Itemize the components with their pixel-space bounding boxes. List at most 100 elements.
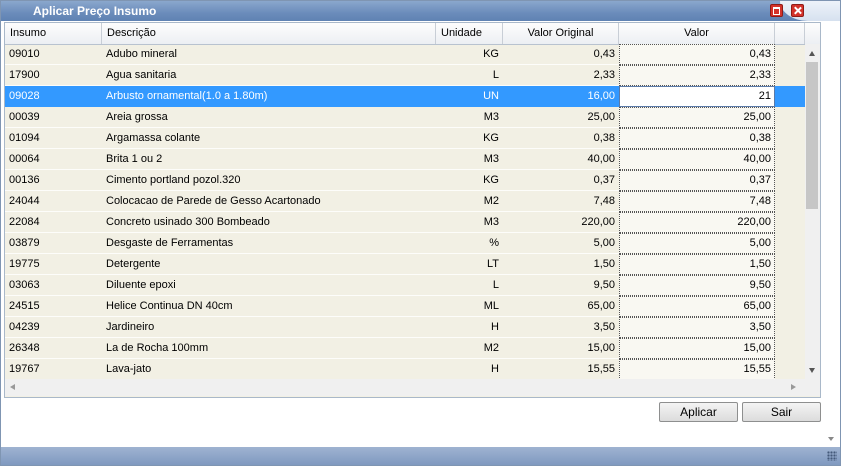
- cell-unidade: L: [436, 275, 503, 296]
- valor-input[interactable]: 15,00: [619, 338, 775, 359]
- cell-unidade: UN: [436, 86, 503, 107]
- cell-insumo: 24515: [5, 296, 102, 317]
- valor-input[interactable]: 7,48: [619, 191, 775, 212]
- cell-unidade: KG: [436, 128, 503, 149]
- table-row[interactable]: 03879 Desgaste de Ferramentas% 5,00 5,00: [5, 233, 805, 254]
- cell-unidade: M3: [436, 212, 503, 233]
- valor-input[interactable]: 5,00: [619, 233, 775, 254]
- maximize-icon[interactable]: [770, 4, 783, 17]
- items-grid[interactable]: Insumo Descrição Unidade Valor Original …: [4, 22, 821, 398]
- table-row[interactable]: 09028 Arbusto ornamental(1.0 a 1.80m) UN 16…: [5, 86, 805, 107]
- cell-valor-original: 2,33: [503, 65, 619, 86]
- column-header-unidade[interactable]: Unidade: [436, 23, 503, 44]
- dialog-window: Aplicar Preço Insumo Insumo Descrição Un…: [0, 0, 841, 466]
- cell-unidade: LT: [436, 254, 503, 275]
- outer-scroll-down-icon[interactable]: [828, 437, 834, 441]
- valor-input[interactable]: 65,00: [619, 296, 775, 317]
- table-row[interactable]: 01094 Argamassa colante KG 0,38 0,38: [5, 128, 805, 149]
- scroll-left-icon[interactable]: [10, 384, 15, 390]
- column-header-valor[interactable]: Valor: [619, 23, 775, 44]
- table-row[interactable]: 00136 Cimento portland pozol.320 KG 0,37 0,3…: [5, 170, 805, 191]
- table-row[interactable]: 24515 Helice Continua DN 40cm ML 65,00 65,00: [5, 296, 805, 317]
- cell-descricao: Adubo mineral: [102, 44, 436, 65]
- table-row[interactable]: 22084 Concreto usinado 300 Bombeado M3 220,…: [5, 212, 805, 233]
- cell-valor-original: 40,00: [503, 149, 619, 170]
- cell-unidade: %: [436, 233, 503, 254]
- close-icon[interactable]: [791, 4, 804, 17]
- cell-insumo: 24044: [5, 191, 102, 212]
- valor-input[interactable]: 40,00: [619, 149, 775, 170]
- valor-input[interactable]: 3,50: [619, 317, 775, 338]
- cell-descricao: Arbusto ornamental(1.0 a 1.80m): [102, 86, 436, 107]
- valor-input[interactable]: 15,55: [619, 359, 775, 380]
- cell-descricao: La de Rocha 100mm: [102, 338, 436, 359]
- cell-insumo: 22084: [5, 212, 102, 233]
- cell-insumo: 09028: [5, 86, 102, 107]
- table-row[interactable]: 17900 Agua sanitaria L 2,33 2,33: [5, 65, 805, 86]
- cell-valor-original: 15,00: [503, 338, 619, 359]
- cell-insumo: 01094: [5, 128, 102, 149]
- cell-unidade: L: [436, 65, 503, 86]
- vertical-scrollbar[interactable]: [805, 44, 820, 379]
- table-row[interactable]: 19775 Detergente LT 1,50 1,50: [5, 254, 805, 275]
- cell-unidade: M3: [436, 107, 503, 128]
- valor-input[interactable]: 21: [619, 86, 775, 107]
- valor-input[interactable]: 25,00: [619, 107, 775, 128]
- cell-descricao: Cimento portland pozol.320: [102, 170, 436, 191]
- cell-insumo: 19775: [5, 254, 102, 275]
- scroll-thumb[interactable]: [806, 62, 818, 209]
- cell-valor-original: 0,43: [503, 44, 619, 65]
- cell-valor-original: 7,48: [503, 191, 619, 212]
- table-row[interactable]: 03063 Diluente epoxi L 9,50 9,50: [5, 275, 805, 296]
- valor-input[interactable]: 0,43: [619, 44, 775, 65]
- cell-descricao: Agua sanitaria: [102, 65, 436, 86]
- table-row[interactable]: 00064 Brita 1 ou 2 M3 40,00 40,00: [5, 149, 805, 170]
- valor-input[interactable]: 0,38: [619, 128, 775, 149]
- table-row[interactable]: 04239 Jardineiro H 3,50 3,50: [5, 317, 805, 338]
- scroll-right-icon[interactable]: [791, 384, 796, 390]
- table-row[interactable]: 26348 La de Rocha 100mm M2 15,00 15,00: [5, 338, 805, 359]
- table-row[interactable]: 09010 Adubo mineral KG 0,43 0,43: [5, 44, 805, 65]
- cell-unidade: M3: [436, 149, 503, 170]
- cell-descricao: Diluente epoxi: [102, 275, 436, 296]
- table-row[interactable]: 19767 Lava-jato H 15,55 15,55: [5, 359, 805, 380]
- cell-valor-original: 0,37: [503, 170, 619, 191]
- cell-unidade: H: [436, 359, 503, 380]
- cell-unidade: M2: [436, 338, 503, 359]
- cell-insumo: 03879: [5, 233, 102, 254]
- column-header-insumo[interactable]: Insumo: [5, 23, 102, 44]
- column-header-descricao[interactable]: Descrição: [102, 23, 436, 44]
- cell-insumo: 04239: [5, 317, 102, 338]
- cell-valor-original: 5,00: [503, 233, 619, 254]
- cell-valor-original: 16,00: [503, 86, 619, 107]
- resize-grip-icon[interactable]: [827, 451, 837, 461]
- title-bar[interactable]: Aplicar Preço Insumo: [1, 1, 840, 21]
- valor-input[interactable]: 2,33: [619, 65, 775, 86]
- cell-valor-original: 65,00: [503, 296, 619, 317]
- cell-descricao: Concreto usinado 300 Bombeado: [102, 212, 436, 233]
- cell-descricao: Detergente: [102, 254, 436, 275]
- scroll-down-icon[interactable]: [809, 368, 815, 373]
- cell-descricao: Helice Continua DN 40cm: [102, 296, 436, 317]
- cell-valor-original: 9,50: [503, 275, 619, 296]
- cell-valor-original: 1,50: [503, 254, 619, 275]
- column-header-valor-original[interactable]: Valor Original: [503, 23, 619, 44]
- apply-button[interactable]: Aplicar: [659, 402, 738, 422]
- cell-insumo: 09010: [5, 44, 102, 65]
- valor-input[interactable]: 1,50: [619, 254, 775, 275]
- cell-unidade: H: [436, 317, 503, 338]
- cell-unidade: KG: [436, 170, 503, 191]
- valor-input[interactable]: 0,37: [619, 170, 775, 191]
- horizontal-scrollbar[interactable]: [5, 379, 805, 396]
- cell-unidade: M2: [436, 191, 503, 212]
- scroll-up-icon[interactable]: [809, 51, 815, 56]
- valor-input[interactable]: 9,50: [619, 275, 775, 296]
- cell-insumo: 17900: [5, 65, 102, 86]
- exit-button[interactable]: Sair: [742, 402, 821, 422]
- table-row[interactable]: 00039 Areia grossa M3 25,00 25,00: [5, 107, 805, 128]
- table-row[interactable]: 24044 Colocacao de Parede de Gesso Acarto…: [5, 191, 805, 212]
- cell-insumo: 19767: [5, 359, 102, 380]
- grid-header: Insumo Descrição Unidade Valor Original …: [5, 23, 820, 45]
- cell-descricao: Desgaste de Ferramentas: [102, 233, 436, 254]
- valor-input[interactable]: 220,00: [619, 212, 775, 233]
